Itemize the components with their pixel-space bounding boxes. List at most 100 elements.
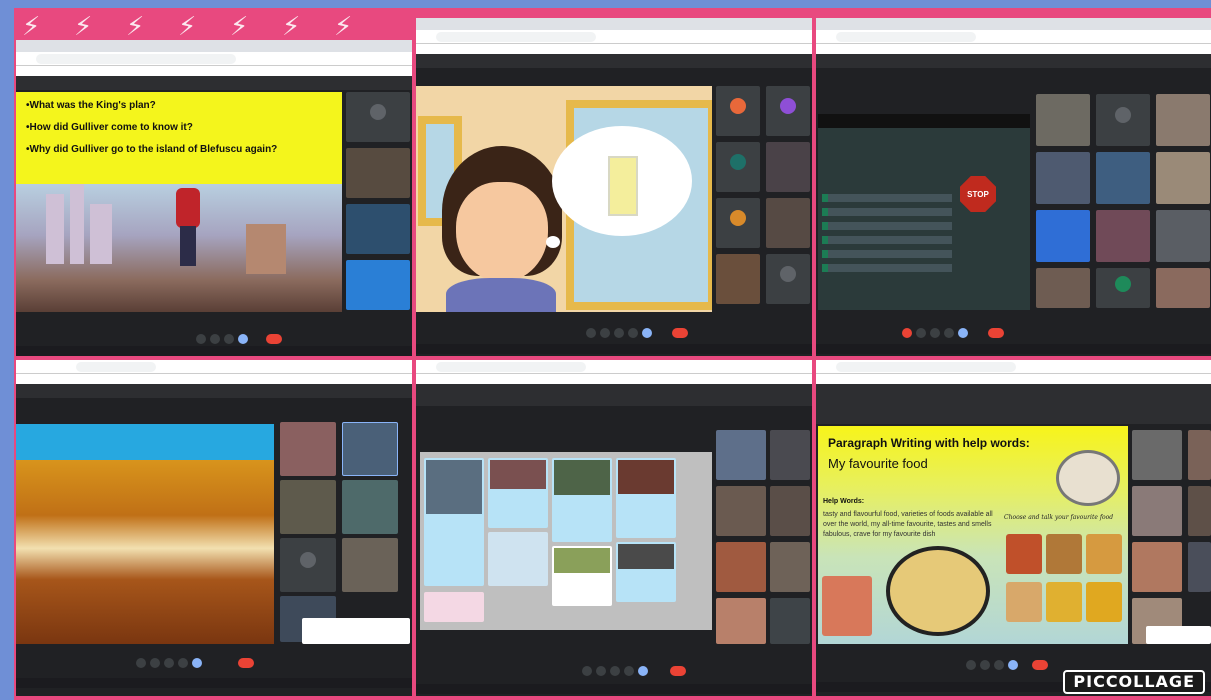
game-option-bar[interactable] — [822, 208, 952, 216]
mic-button[interactable] — [196, 334, 206, 344]
present-button[interactable] — [958, 328, 968, 338]
participant-tile[interactable] — [716, 430, 766, 480]
participant-tile[interactable] — [342, 538, 398, 592]
participant-tile[interactable] — [716, 198, 760, 248]
participant-tile[interactable] — [346, 92, 410, 142]
padlet-card[interactable] — [424, 592, 484, 622]
camera-button[interactable] — [980, 660, 990, 670]
game-option-bar[interactable] — [822, 236, 952, 244]
padlet-card[interactable] — [616, 542, 676, 602]
participant-tile[interactable] — [716, 542, 766, 592]
participant-tile[interactable] — [716, 486, 766, 536]
notification-popup[interactable] — [302, 618, 410, 644]
browser-address-bar[interactable] — [16, 360, 412, 374]
participant-tile[interactable] — [770, 542, 810, 592]
captions-button[interactable] — [224, 334, 234, 344]
participant-tile[interactable] — [766, 198, 810, 248]
participant-tile[interactable] — [280, 422, 336, 476]
participant-tile[interactable] — [770, 486, 810, 536]
camera-button[interactable] — [210, 334, 220, 344]
participant-tile[interactable] — [346, 148, 410, 198]
captions-button[interactable] — [994, 660, 1004, 670]
participant-tile[interactable] — [280, 480, 336, 534]
participant-tile[interactable] — [1036, 94, 1090, 146]
mic-button[interactable] — [136, 658, 146, 668]
participant-tile[interactable] — [716, 598, 766, 644]
padlet-card[interactable] — [552, 546, 612, 606]
game-option-bar[interactable] — [822, 250, 952, 258]
leave-call-button[interactable] — [672, 328, 688, 338]
participant-tile[interactable] — [1096, 268, 1150, 308]
participant-tile[interactable] — [346, 204, 410, 254]
participant-tile[interactable] — [1096, 210, 1150, 262]
present-button[interactable] — [192, 658, 202, 668]
leave-call-button[interactable] — [266, 334, 282, 344]
leave-call-button[interactable] — [238, 658, 254, 668]
captions-button[interactable] — [610, 666, 620, 676]
camera-button[interactable] — [596, 666, 606, 676]
padlet-card[interactable] — [424, 458, 484, 586]
leave-call-button[interactable] — [988, 328, 1004, 338]
padlet-card[interactable] — [488, 458, 548, 528]
mic-button[interactable] — [966, 660, 976, 670]
raise-hand-button[interactable] — [178, 658, 188, 668]
participant-tile[interactable] — [1156, 94, 1210, 146]
participant-tile[interactable] — [716, 86, 760, 136]
camera-button[interactable] — [600, 328, 610, 338]
participant-tile[interactable] — [770, 430, 810, 480]
participant-tile[interactable] — [1156, 210, 1210, 262]
captions-button[interactable] — [164, 658, 174, 668]
participant-tile[interactable] — [1036, 268, 1090, 308]
raise-hand-button[interactable] — [624, 666, 634, 676]
participant-tile[interactable] — [280, 538, 336, 592]
padlet-board[interactable] — [420, 452, 712, 630]
participant-tile[interactable] — [1156, 268, 1210, 308]
raise-hand-button[interactable] — [944, 328, 954, 338]
participant-tile[interactable] — [1188, 542, 1211, 592]
participant-tile[interactable] — [1132, 486, 1182, 536]
browser-address-bar[interactable] — [816, 30, 1211, 44]
participant-tile[interactable] — [766, 254, 810, 304]
participant-tile[interactable] — [346, 260, 410, 310]
camera-button[interactable] — [916, 328, 926, 338]
participant-tile[interactable] — [1132, 542, 1182, 592]
browser-tab-strip[interactable] — [416, 18, 812, 30]
game-option-bar[interactable] — [822, 222, 952, 230]
camera-button[interactable] — [150, 658, 160, 668]
participant-tile[interactable] — [716, 142, 760, 192]
participant-tile[interactable] — [766, 86, 810, 136]
raise-hand-button[interactable] — [628, 328, 638, 338]
participant-tile[interactable] — [1036, 210, 1090, 262]
browser-address-bar[interactable] — [816, 360, 1211, 374]
leave-call-button[interactable] — [1032, 660, 1048, 670]
present-button[interactable] — [638, 666, 648, 676]
padlet-card[interactable] — [616, 458, 676, 538]
browser-address-bar[interactable] — [16, 52, 412, 66]
participant-tile[interactable] — [716, 254, 760, 304]
browser-address-bar[interactable] — [416, 360, 812, 374]
captions-button[interactable] — [614, 328, 624, 338]
participant-tile[interactable] — [342, 422, 398, 476]
leave-call-button[interactable] — [670, 666, 686, 676]
participant-tile[interactable] — [1188, 486, 1211, 536]
participant-tile[interactable] — [1036, 152, 1090, 204]
participant-tile[interactable] — [342, 480, 398, 534]
participant-tile[interactable] — [1132, 430, 1182, 480]
browser-tab-strip[interactable] — [816, 18, 1211, 30]
notification-popup[interactable] — [1146, 626, 1211, 644]
participant-tile[interactable] — [770, 598, 810, 644]
game-option-bar[interactable] — [822, 194, 952, 202]
present-button[interactable] — [238, 334, 248, 344]
game-option-bar[interactable] — [822, 264, 952, 272]
mic-button[interactable] — [582, 666, 592, 676]
participant-tile[interactable] — [1096, 94, 1150, 146]
participant-tile[interactable] — [1096, 152, 1150, 204]
captions-button[interactable] — [930, 328, 940, 338]
present-button[interactable] — [642, 328, 652, 338]
game-screen[interactable]: STOP — [818, 114, 1030, 310]
browser-address-bar[interactable] — [416, 30, 812, 44]
present-button[interactable] — [1008, 660, 1018, 670]
mic-button[interactable] — [902, 328, 912, 338]
participant-tile[interactable] — [1156, 152, 1210, 204]
padlet-card[interactable] — [552, 458, 612, 542]
